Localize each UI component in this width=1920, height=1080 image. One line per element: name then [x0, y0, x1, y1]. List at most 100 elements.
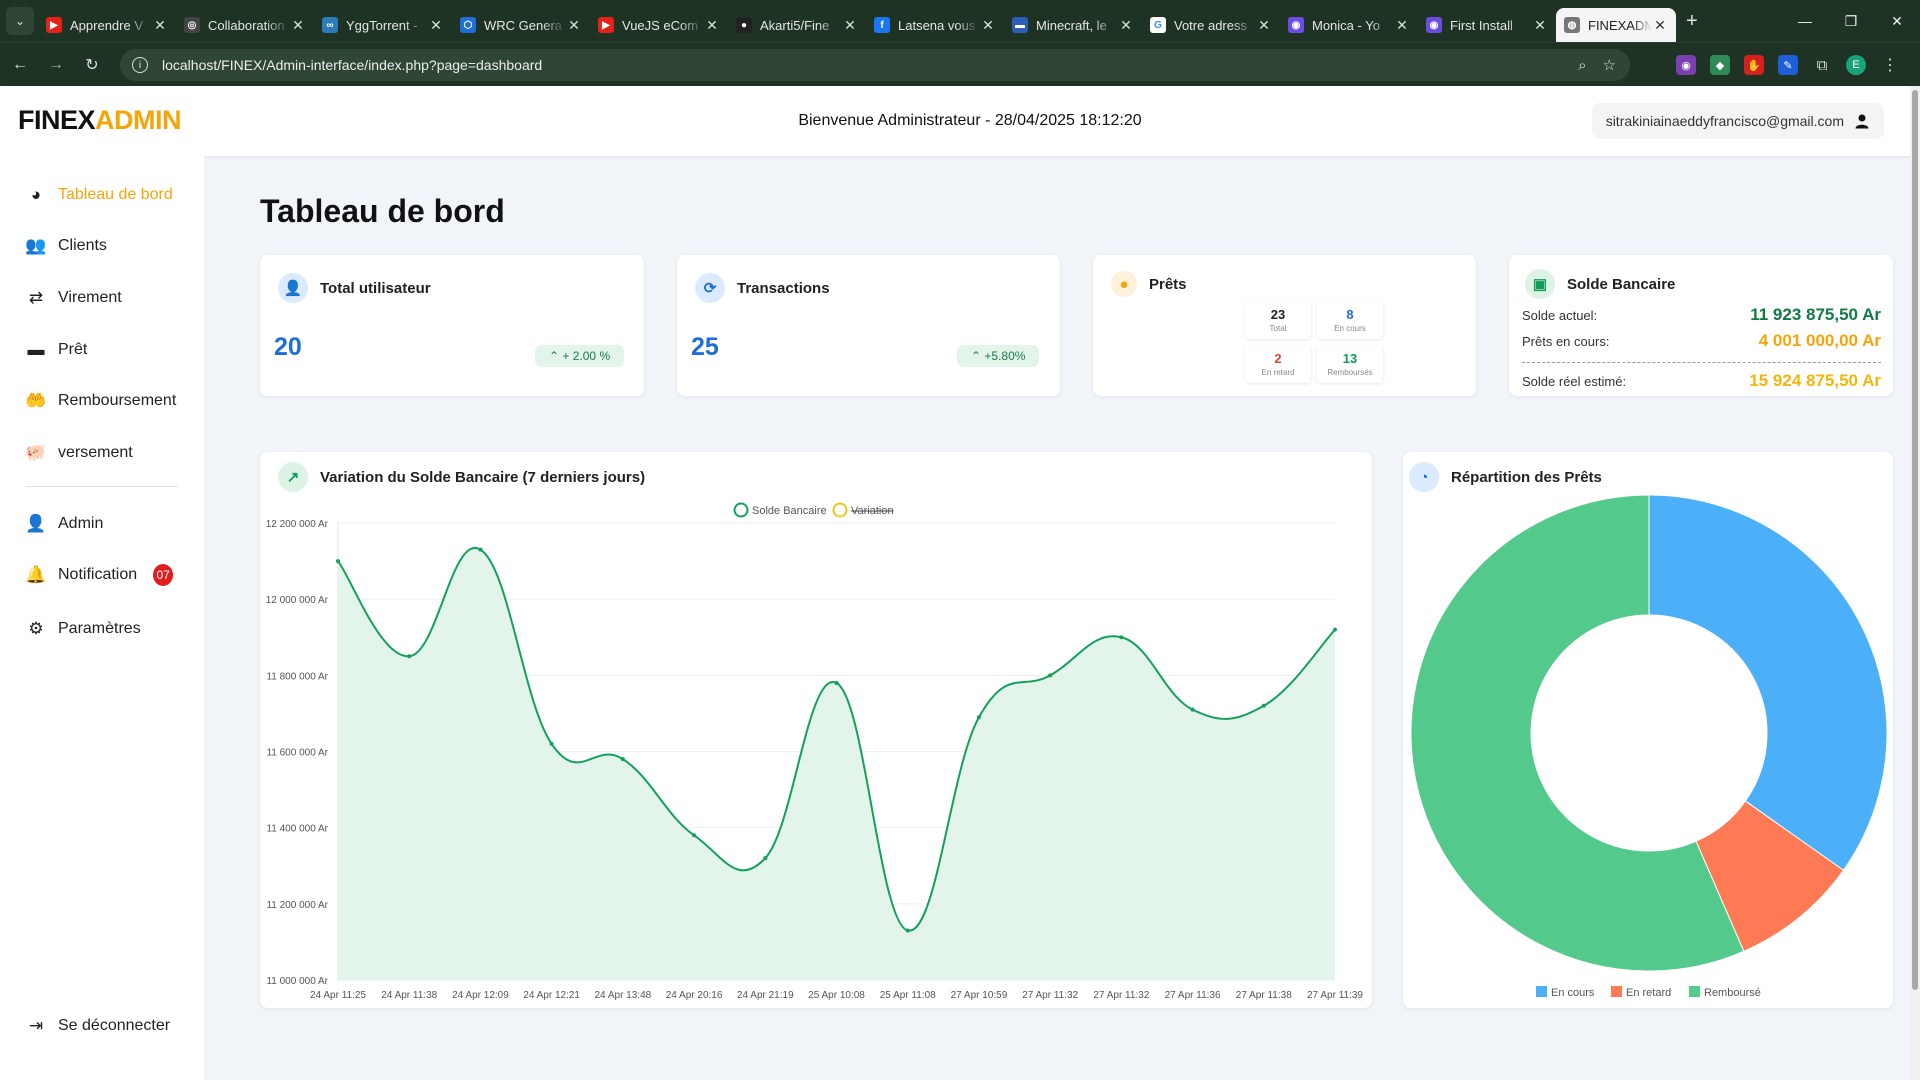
extension-monica-icon[interactable]: ◉: [1676, 55, 1696, 75]
browser-tab[interactable]: f Latsena vous ✕: [866, 8, 1004, 42]
logo-part-admin: ADMIN: [95, 105, 182, 135]
data-point[interactable]: [976, 715, 981, 720]
data-point[interactable]: [834, 680, 839, 685]
data-point[interactable]: [620, 757, 625, 762]
tab-close-icon[interactable]: ✕: [980, 17, 996, 34]
browser-menu-icon[interactable]: ⋮: [1880, 55, 1900, 75]
profile-avatar[interactable]: E: [1846, 55, 1866, 75]
tab-close-icon[interactable]: ✕: [1118, 17, 1134, 34]
address-bar[interactable]: i localhost/FINEX/Admin-interface/index.…: [120, 49, 1630, 81]
close-window-icon[interactable]: ✕: [1874, 0, 1920, 42]
restore-icon[interactable]: ❐: [1828, 0, 1874, 42]
sidebar-item-parametres[interactable]: ⚙ Paramètres: [26, 619, 140, 639]
finexadmin-logo[interactable]: FINEXADMIN: [18, 105, 182, 136]
data-point[interactable]: [905, 928, 910, 933]
data-point[interactable]: [549, 741, 554, 746]
tab-favicon-icon: ⬡: [460, 17, 476, 33]
pie-legend-swatch[interactable]: [1689, 986, 1700, 997]
current-balance-label: Solde actuel:: [1522, 307, 1598, 323]
tab-close-icon[interactable]: ✕: [152, 17, 168, 34]
user-icon: 👤: [278, 273, 308, 303]
pie-legend-label[interactable]: En retard: [1626, 987, 1671, 999]
tab-close-icon[interactable]: ✕: [1652, 17, 1668, 34]
data-point[interactable]: [763, 856, 768, 861]
browser-tab[interactable]: ∞ YggTorrent - ✕: [314, 8, 452, 42]
browser-tab[interactable]: ▬ Minecraft, le ✕: [1004, 8, 1142, 42]
extension-pen-icon[interactable]: ✎: [1778, 55, 1798, 75]
tab-close-icon[interactable]: ✕: [1532, 17, 1548, 34]
tab-close-icon[interactable]: ✕: [566, 17, 582, 34]
minimize-icon[interactable]: —: [1782, 0, 1828, 42]
sidebar-item-clients[interactable]: 👥 Clients: [25, 236, 106, 256]
forward-icon[interactable]: →: [40, 49, 72, 81]
loans-repaid-value: 13: [1342, 351, 1358, 366]
loans-in-progress-label: En cours: [1334, 324, 1366, 333]
page-title: Tableau de bord: [260, 193, 505, 229]
tab-title: Collaboration: [208, 17, 285, 33]
sidebar-item-virement[interactable]: ⇄ Virement: [26, 288, 122, 308]
loans-stats-grid: 23 Total 8 En cours 2 En retard 13 Rembo…: [1245, 301, 1383, 383]
back-icon[interactable]: ←: [4, 49, 36, 81]
data-point[interactable]: [1190, 707, 1195, 712]
extension-color-icon[interactable]: ◆: [1710, 55, 1730, 75]
data-point[interactable]: [1333, 627, 1337, 632]
browser-tab[interactable]: ▶ VueJS eCom ✕: [590, 8, 728, 42]
browser-tab[interactable]: ● Akarti5/Fine ✕: [728, 8, 866, 42]
reload-icon[interactable]: ↻: [76, 49, 108, 81]
extension-red-icon[interactable]: ✋: [1744, 55, 1764, 75]
trend-up-icon: ⌃: [549, 349, 560, 363]
legend-solde-marker[interactable]: [733, 502, 749, 518]
pie-legend-swatch[interactable]: [1536, 986, 1547, 997]
logout-button[interactable]: ⇥ Se déconnecter: [26, 1016, 170, 1036]
sidebar-item-pret[interactable]: ▬ Prêt: [26, 340, 88, 360]
data-point[interactable]: [1119, 635, 1124, 640]
x-tick-label: 27 Apr 11:32: [1093, 990, 1149, 1001]
extensions-puzzle-icon[interactable]: ⧉: [1812, 55, 1832, 75]
browser-tab[interactable]: ▶ Apprendre V ✕: [38, 8, 176, 42]
card-total-users: 👤 Total utilisateur 20 ⌃ + 2.00 %: [260, 255, 644, 396]
browser-tab[interactable]: G Votre adress ✕: [1142, 8, 1280, 42]
sidebar-item-versement[interactable]: 🐖 versement: [25, 443, 132, 463]
user-menu[interactable]: sitrakiniainaeddyfrancisco@gmail.com: [1591, 103, 1884, 139]
pie-legend-label[interactable]: En cours: [1551, 987, 1595, 999]
bookmark-star-icon[interactable]: ☆: [1603, 56, 1616, 74]
data-point[interactable]: [407, 654, 412, 659]
gauge-icon: ◕: [30, 185, 42, 204]
data-point[interactable]: [336, 559, 340, 564]
legend-solde-label[interactable]: Solde Bancaire: [752, 505, 827, 517]
browser-tab[interactable]: ◎ Collaboration ✕: [176, 8, 314, 42]
data-point[interactable]: [692, 833, 697, 838]
sidebar-item-dashboard[interactable]: ◕ Tableau de bord: [26, 185, 173, 205]
sidebar-item-admin[interactable]: 👤 Admin: [25, 514, 103, 534]
logo-part-finex: FINEX: [18, 105, 96, 135]
pie-legend-swatch[interactable]: [1611, 986, 1622, 997]
data-point[interactable]: [478, 547, 483, 552]
sidebar-item-notification[interactable]: 🔔 Notification 07: [25, 564, 174, 586]
pie-legend-label[interactable]: Remboursé: [1704, 987, 1761, 999]
page-scrollbar[interactable]: [1910, 86, 1920, 1080]
piggy-bank-icon: 🐖: [25, 443, 47, 462]
tab-close-icon[interactable]: ✕: [704, 17, 720, 34]
site-info-icon[interactable]: i: [132, 57, 148, 73]
tab-title: Latsena vous: [898, 17, 976, 33]
data-point[interactable]: [1048, 673, 1053, 678]
pie-slice-0[interactable]: [1648, 494, 1888, 871]
sidebar-item-remboursement[interactable]: 🤲 Remboursement: [25, 391, 176, 411]
x-tick-label: 24 Apr 11:25: [310, 990, 366, 1001]
zoom-icon[interactable]: ⌕: [1578, 57, 1586, 74]
scrollbar-thumb[interactable]: [1912, 90, 1918, 990]
tab-close-icon[interactable]: ✕: [1394, 17, 1410, 34]
legend-variation-label[interactable]: Variation: [851, 505, 894, 517]
data-point[interactable]: [1261, 703, 1266, 708]
tab-close-icon[interactable]: ✕: [290, 17, 306, 34]
browser-tab[interactable]: ◍ FINEXADMIN✕: [1556, 8, 1676, 42]
tab-search-icon[interactable]: ⌄: [6, 7, 34, 35]
new-tab-icon[interactable]: +: [1686, 10, 1698, 33]
browser-tab[interactable]: ⬡ WRC Genera ✕: [452, 8, 590, 42]
tab-close-icon[interactable]: ✕: [1256, 17, 1272, 34]
tab-close-icon[interactable]: ✕: [842, 17, 858, 34]
browser-tab[interactable]: ◉ Monica - Yo ✕: [1280, 8, 1418, 42]
tab-close-icon[interactable]: ✕: [428, 17, 444, 34]
browser-tab[interactable]: ◉ First Install ✕: [1418, 8, 1556, 42]
legend-variation-marker[interactable]: [832, 502, 848, 518]
